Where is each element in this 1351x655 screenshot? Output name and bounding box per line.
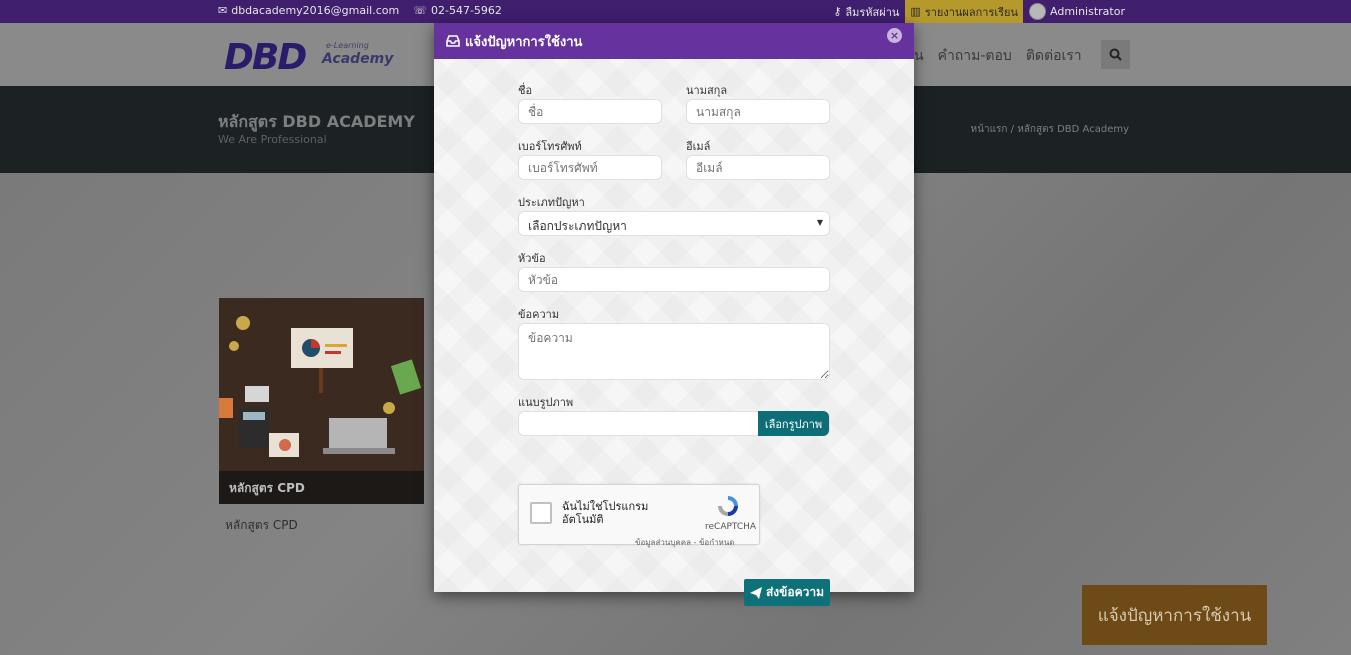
- send-message-button[interactable]: ส่งข้อความ: [744, 579, 830, 606]
- logo-subtext: e-Learning: [326, 41, 369, 50]
- forgot-password-link[interactable]: ⚷ ลืมรหัสผ่าน: [833, 3, 899, 21]
- search-icon: [1109, 48, 1122, 61]
- modal-body: ชื่อ นามสกุล เบอร์โทรศัพท์ อีเมล์ ประเภท…: [434, 59, 914, 606]
- phone-icon: ☏: [413, 4, 427, 17]
- phone-field[interactable]: [518, 155, 662, 180]
- email-text: dbdacademy2016@gmail.com: [231, 4, 400, 17]
- page-title: หลักสูตร DBD ACADEMY: [218, 112, 415, 131]
- course-card[interactable]: หลักสูตร CPD: [219, 298, 424, 504]
- last-name-label: นามสกุล: [686, 84, 728, 97]
- message-label: ข้อความ: [518, 308, 560, 321]
- logo-academy: Academy: [322, 51, 394, 67]
- email-contact[interactable]: ✉ dbdacademy2016@gmail.com: [218, 4, 399, 17]
- recaptcha-links[interactable]: ข้อมูลส่วนบุคคล - ข้อกำหนด: [635, 536, 735, 549]
- report-label: รายงานผลการเรียน: [924, 5, 1018, 19]
- envelope-icon: ✉: [218, 4, 228, 17]
- avatar: [1029, 3, 1046, 20]
- recaptcha-icon: [718, 496, 738, 516]
- logo-text: DBD: [224, 37, 307, 78]
- image-file-field[interactable]: เลือกรูปภาพ: [518, 411, 830, 436]
- choose-image-button[interactable]: เลือกรูปภาพ: [758, 411, 829, 436]
- problem-type-label: ประเภทปัญหา: [518, 196, 585, 209]
- user-name: Administrator: [1050, 5, 1125, 18]
- top-bar: ✉ dbdacademy2016@gmail.com ☏ 02-547-5962…: [0, 0, 1351, 23]
- forgot-password-label: ลืมรหัสผ่าน: [845, 5, 900, 19]
- email-field[interactable]: [686, 155, 830, 180]
- breadcrumb[interactable]: หน้าแรก / หลักสูตร DBD Academy: [971, 122, 1129, 137]
- paper-plane-icon: [749, 586, 762, 599]
- phone-contact[interactable]: ☏ 02-547-5962: [413, 4, 502, 17]
- course-caption: หลักสูตร CPD: [219, 471, 424, 504]
- main-nav: น คำถาม-ตอบ ติดต่อเรา: [914, 45, 1082, 67]
- last-name-field[interactable]: [686, 99, 830, 124]
- site-logo[interactable]: DBD e-Learning Academy: [224, 37, 393, 78]
- user-menu[interactable]: Administrator: [1029, 3, 1125, 20]
- bar-chart-icon: ▥: [910, 5, 921, 18]
- message-field[interactable]: [518, 323, 830, 380]
- course-title[interactable]: หลักสูตร CPD: [225, 516, 298, 535]
- subject-label: หัวข้อ: [518, 252, 546, 265]
- image-label: แนบรูปภาพ: [518, 396, 574, 409]
- phone-text: 02-547-5962: [430, 4, 502, 17]
- caret-down-icon: ▼: [816, 218, 823, 227]
- recaptcha-widget: ฉันไม่ใช่โปรแกรมอัตโนมัติ reCAPTCHA ข้อม…: [518, 484, 760, 547]
- recaptcha-text: ฉันไม่ใช่โปรแกรมอัตโนมัติ: [562, 500, 649, 526]
- first-name-label: ชื่อ: [518, 84, 533, 97]
- report-problem-modal: แจ้งปัญหาการใช้งาน × ชื่อ นามสกุล เบอร์โ…: [434, 23, 914, 606]
- first-name-field[interactable]: [518, 99, 662, 124]
- phone-label: เบอร์โทรศัพท์: [518, 140, 582, 153]
- search-button[interactable]: [1101, 40, 1130, 69]
- email-label: อีเมล์: [686, 140, 711, 153]
- nav-item-faq[interactable]: คำถาม-ตอบ: [938, 45, 1012, 67]
- modal-header: แจ้งปัญหาการใช้งาน ×: [434, 23, 914, 59]
- report-link[interactable]: ▥ รายงานผลการเรียน: [905, 0, 1023, 23]
- report-problem-button[interactable]: แจ้งปัญหาการใช้งาน: [1082, 585, 1267, 645]
- close-button[interactable]: ×: [887, 28, 902, 43]
- subject-field[interactable]: [518, 267, 830, 292]
- recaptcha-checkbox[interactable]: [530, 502, 552, 524]
- inbox-icon: [446, 35, 460, 47]
- nav-item-contact[interactable]: ติดต่อเรา: [1026, 45, 1082, 67]
- course-illustration: [219, 316, 422, 457]
- problem-type-select[interactable]: เลือกประเภทปัญหา ▼: [518, 211, 830, 236]
- key-icon: ⚷: [833, 5, 842, 18]
- recaptcha-brand: reCAPTCHA: [705, 522, 757, 532]
- modal-title: แจ้งปัญหาการใช้งาน: [465, 34, 583, 50]
- nav-item-partial[interactable]: น: [914, 45, 924, 67]
- problem-type-value: เลือกประเภทปัญหา: [528, 219, 627, 233]
- page-tagline: We Are Professional: [218, 133, 327, 146]
- send-message-label: ส่งข้อความ: [765, 585, 824, 599]
